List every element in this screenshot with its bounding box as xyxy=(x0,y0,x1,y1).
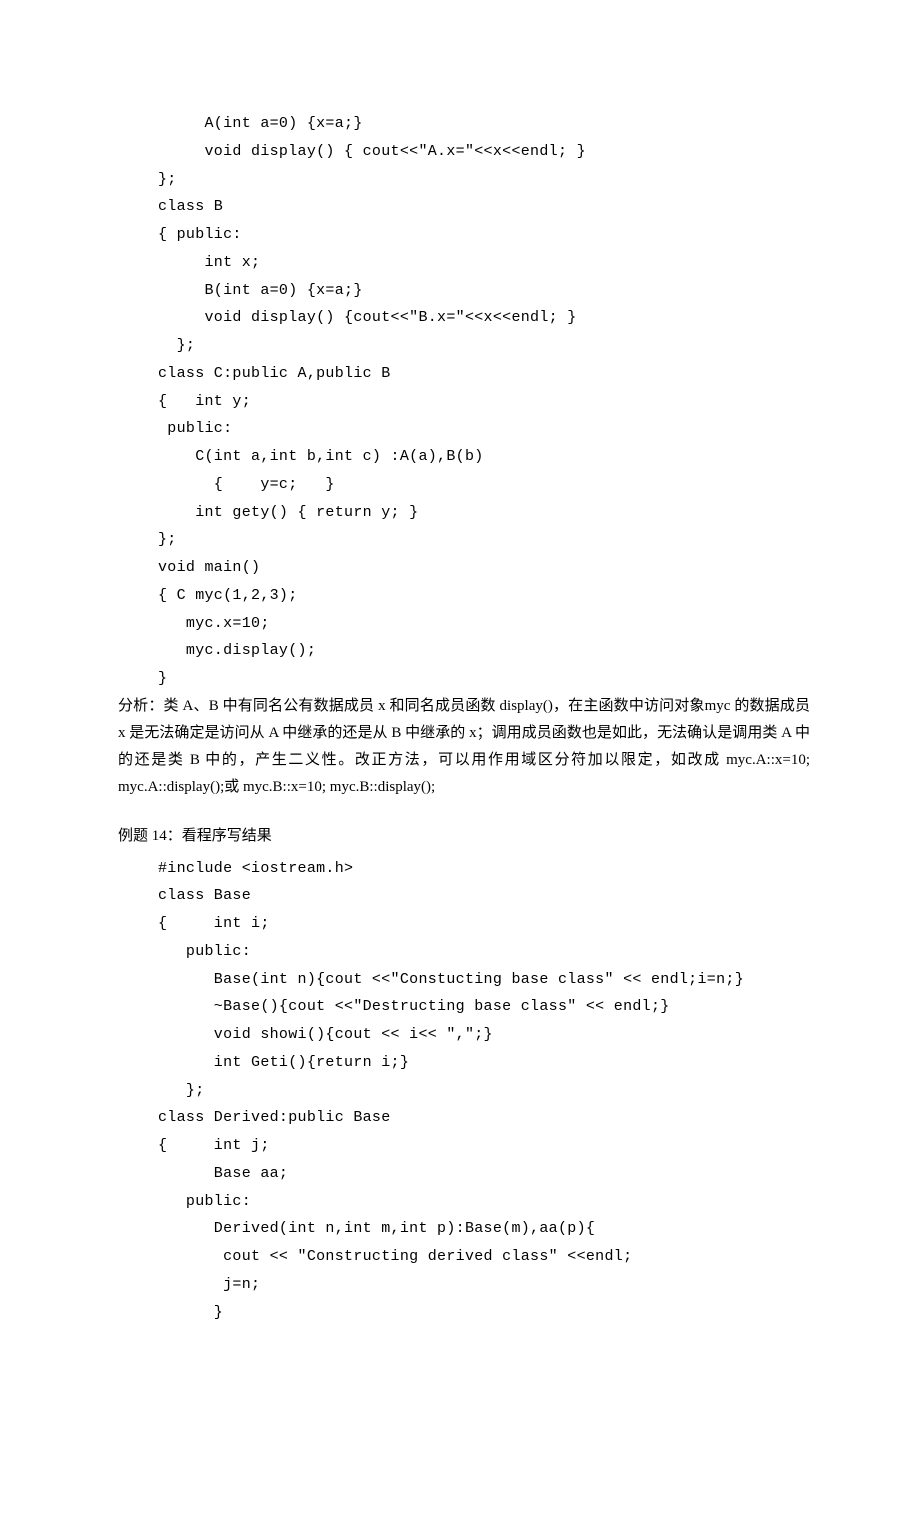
code-block-example-13: A(int a=0) {x=a;} void display() { cout<… xyxy=(158,110,810,693)
example-14-heading: 例题 14：看程序写结果 xyxy=(118,823,810,851)
analysis-paragraph: 分析：类 A、B 中有同名公有数据成员 x 和同名成员函数 display()，… xyxy=(118,693,810,801)
code-block-example-14: #include <iostream.h> class Base { int i… xyxy=(158,855,810,1327)
